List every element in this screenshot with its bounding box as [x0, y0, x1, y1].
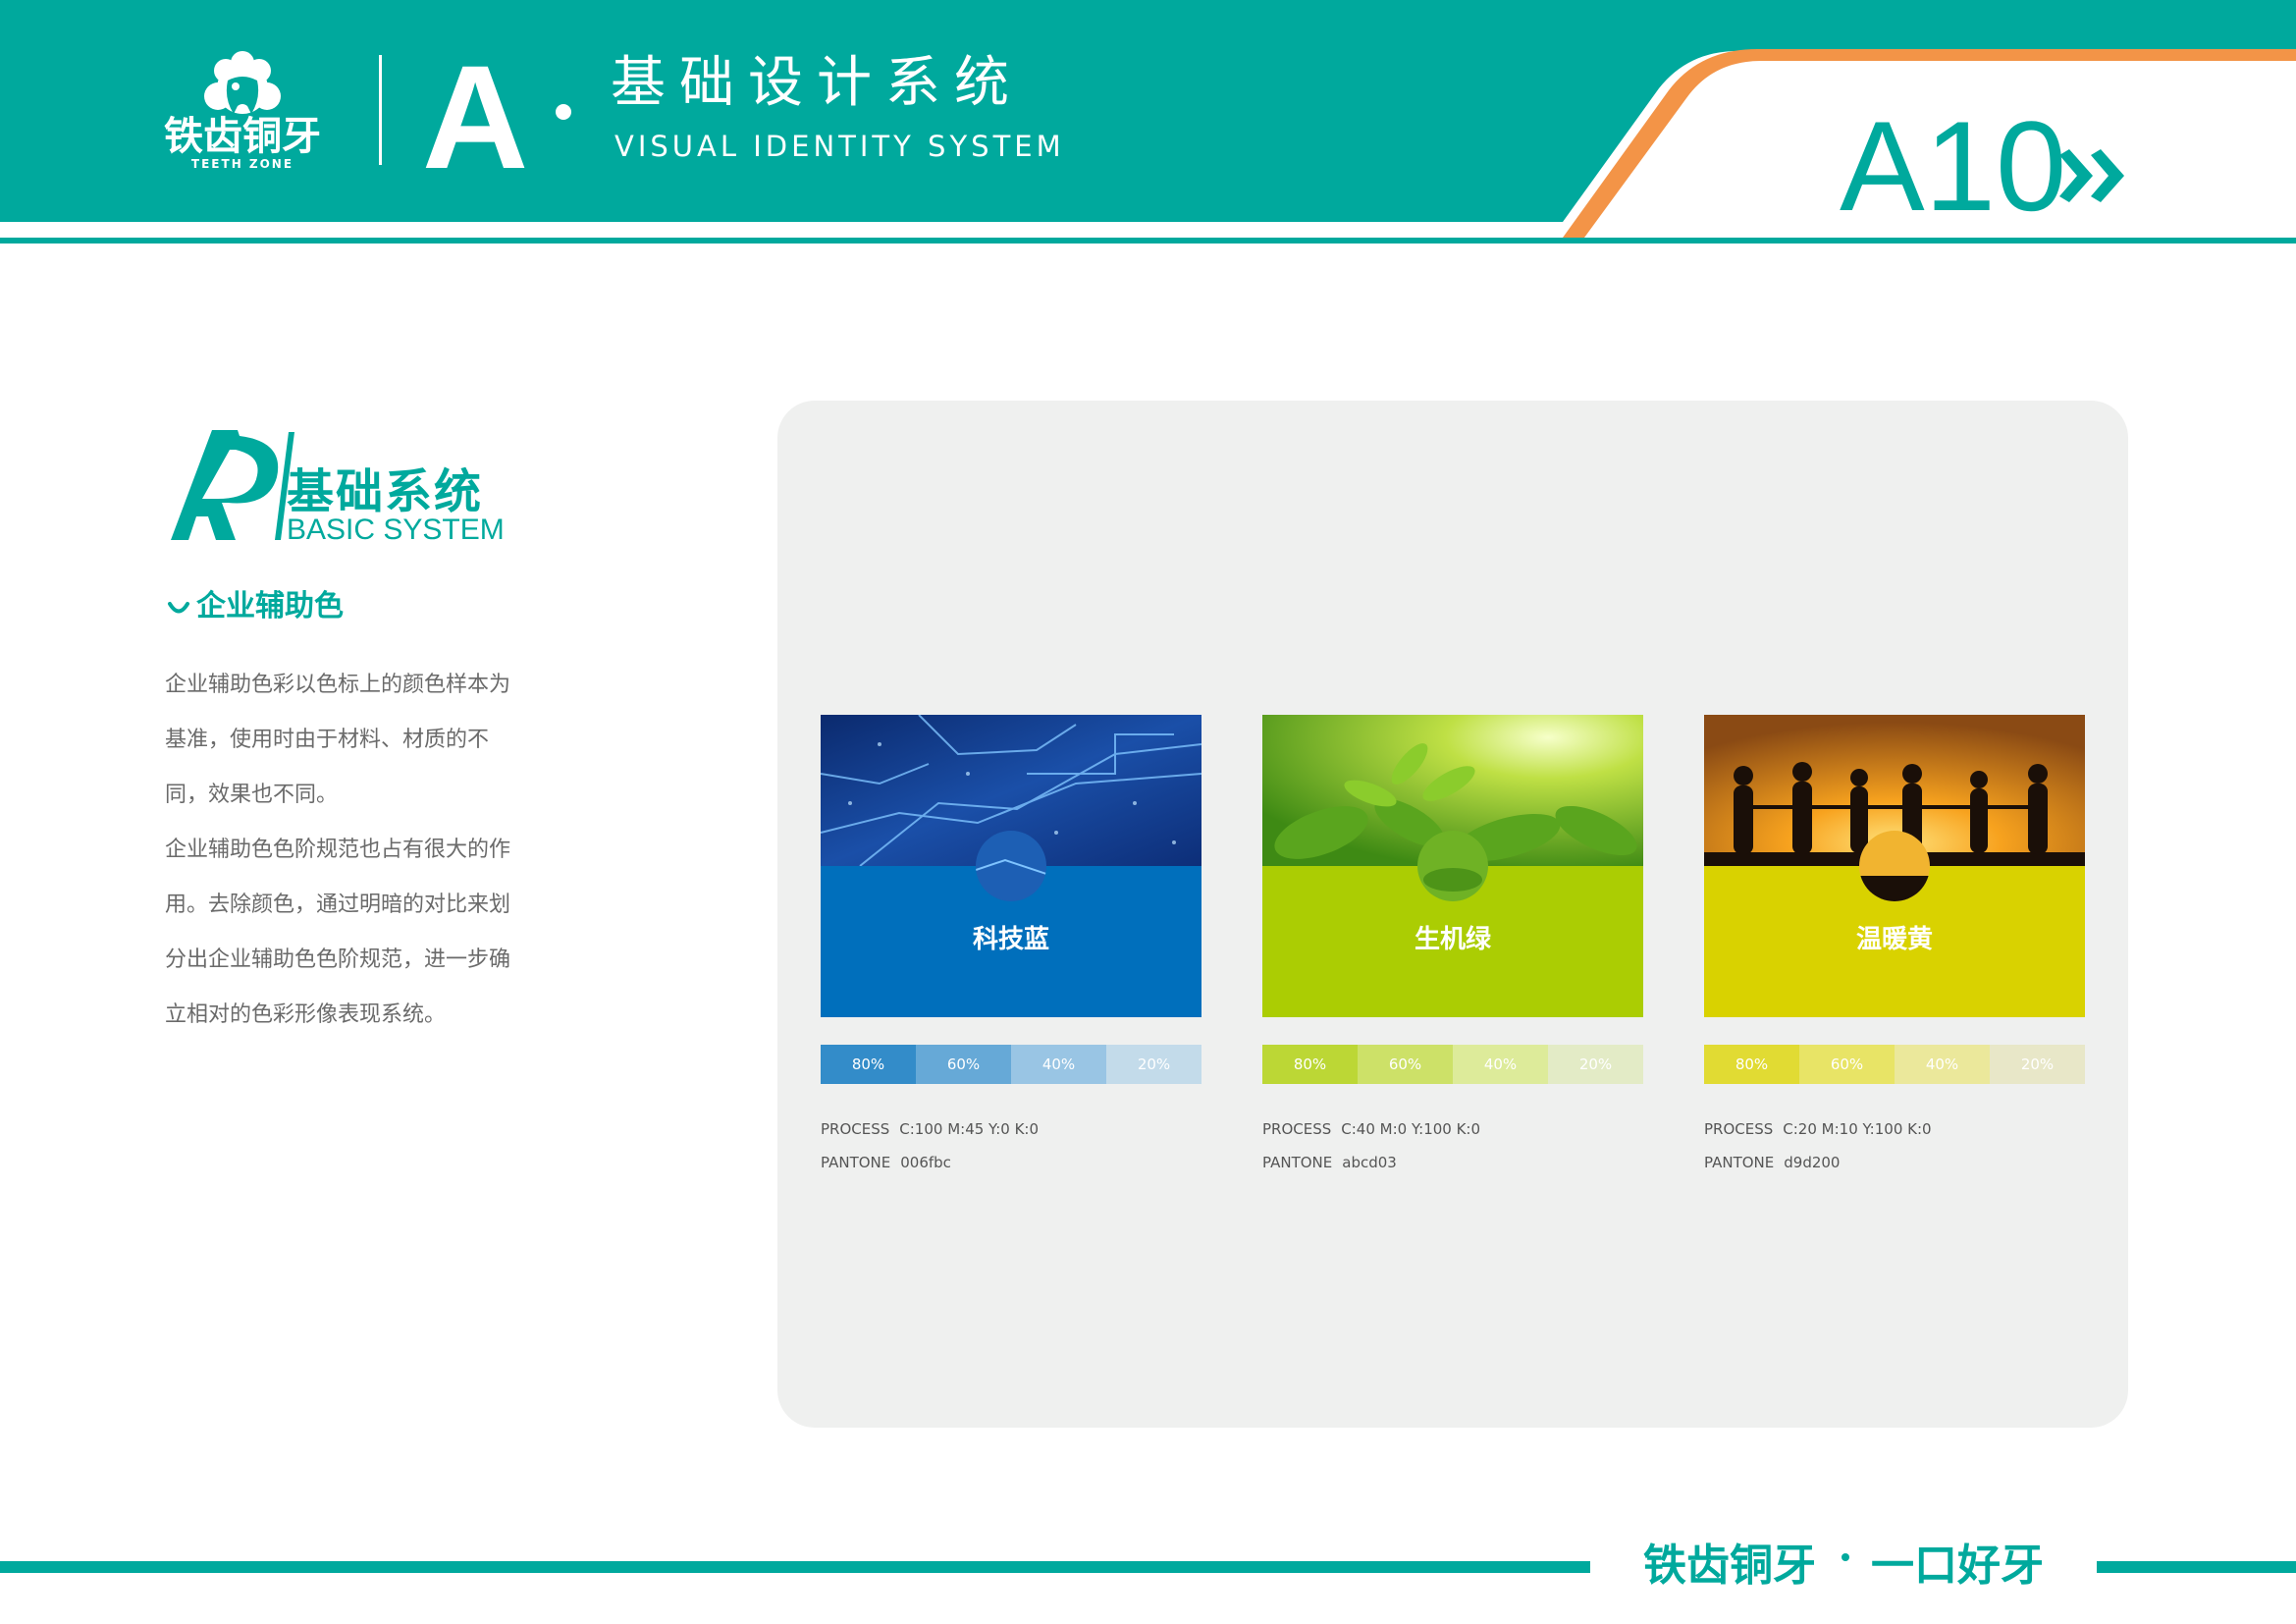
swatch-name: 生机绿	[1414, 925, 1491, 954]
swatch-name: 温暖黄	[1855, 925, 1933, 954]
process-label: PROCESS	[1262, 1120, 1332, 1138]
footer-slogan-brand: 铁齿铜牙	[1643, 1541, 1816, 1591]
footer-slogan-dot	[1842, 1553, 1849, 1561]
process-spec: PROCESS C:100 M:45 Y:0 K:0	[821, 1119, 1233, 1139]
tint-scale: 80% 60% 40% 20%	[821, 1045, 1201, 1084]
process-value: C:100 M:45 Y:0 K:0	[899, 1120, 1040, 1138]
basic-system-title-en: BASIC SYSTEM	[287, 514, 505, 546]
pantone-value: 006fbc	[900, 1154, 951, 1171]
process-label: PROCESS	[1704, 1120, 1774, 1138]
tint-80: 80%	[1704, 1045, 1799, 1084]
logo-text-en: TEETH ZONE	[190, 157, 294, 171]
tint-40: 40%	[1895, 1045, 1990, 1084]
vi-manual-page: 铁齿铜牙 TEETH ZONE A 基础设计系统 VISUAL IDENTITY…	[0, 0, 2296, 1624]
circle-crop	[1417, 831, 1488, 901]
tint-60: 60%	[1799, 1045, 1895, 1084]
process-spec: PROCESS C:20 M:10 Y:100 K:0	[1704, 1119, 2116, 1139]
description-line: 用。去除颜色，通过明暗的对比来划	[165, 893, 511, 917]
tint-60: 60%	[1358, 1045, 1453, 1084]
tint-40: 40%	[1453, 1045, 1548, 1084]
pantone-spec: PANTONE d9d200	[1704, 1153, 2116, 1172]
description-line: 基准，使用时由于材料、材质的不	[165, 728, 490, 752]
description-line: 企业辅助色彩以色标上的颜色样本为	[165, 673, 511, 697]
pantone-label: PANTONE	[1262, 1154, 1333, 1171]
double-chevron-right-icon	[2059, 149, 2124, 202]
tint-60: 60%	[916, 1045, 1011, 1084]
description-text: 企业辅助色彩以色标上的颜色样本为 基准，使用时由于材料、材质的不 同，效果也不同…	[165, 658, 538, 1043]
footer-slogan-tagline: 一口好牙	[1871, 1541, 2044, 1591]
description-line: 企业辅助色色阶规范也占有很大的作	[165, 838, 511, 862]
description-line: 同，效果也不同。	[165, 783, 339, 807]
pantone-spec: PANTONE 006fbc	[821, 1153, 1233, 1172]
footer-line-right	[2097, 1561, 2296, 1573]
pantone-spec: PANTONE abcd03	[1262, 1153, 1675, 1172]
header-title-cn: 基础设计系统	[611, 51, 1023, 115]
pantone-label: PANTONE	[821, 1154, 891, 1171]
swatch-name: 科技蓝	[972, 925, 1049, 954]
tint-20: 20%	[1990, 1045, 2085, 1084]
process-label: PROCESS	[821, 1120, 890, 1138]
pantone-value: abcd03	[1342, 1154, 1397, 1171]
tint-20: 20%	[1106, 1045, 1201, 1084]
circle-crop	[1859, 831, 1930, 901]
section-dot	[556, 104, 571, 120]
smile-arc-icon	[168, 602, 189, 614]
tint-40: 40%	[1011, 1045, 1106, 1084]
footer-line-left	[0, 1561, 1590, 1573]
process-spec: PROCESS C:40 M:0 Y:100 K:0	[1262, 1119, 1675, 1139]
logo-text-cn: 铁齿铜牙	[164, 114, 321, 159]
circle-crop	[976, 831, 1046, 901]
tint-scale: 80% 60% 40% 20%	[1262, 1045, 1643, 1084]
header-divider	[379, 55, 382, 165]
subsection-title: 企业辅助色	[196, 589, 344, 623]
tint-80: 80%	[821, 1045, 916, 1084]
description-line: 立相对的色彩形像表现系统。	[165, 1002, 447, 1027]
header-title-en: VISUAL IDENTITY SYSTEM	[614, 130, 1065, 163]
process-value: C:20 M:10 Y:100 K:0	[1783, 1120, 1932, 1138]
page-code: A10	[1840, 94, 2067, 238]
pantone-label: PANTONE	[1704, 1154, 1775, 1171]
tint-80: 80%	[1262, 1045, 1358, 1084]
pantone-value: d9d200	[1784, 1154, 1841, 1171]
tint-20: 20%	[1548, 1045, 1643, 1084]
description-line: 分出企业辅助色色阶规范，进一步确	[165, 947, 511, 972]
basic-system-title-cn: 基础系统	[287, 464, 484, 519]
basic-system-a-icon	[171, 430, 294, 540]
section-letter: A	[422, 34, 529, 199]
tint-scale: 80% 60% 40% 20%	[1704, 1045, 2085, 1084]
process-value: C:40 M:0 Y:100 K:0	[1341, 1120, 1481, 1138]
